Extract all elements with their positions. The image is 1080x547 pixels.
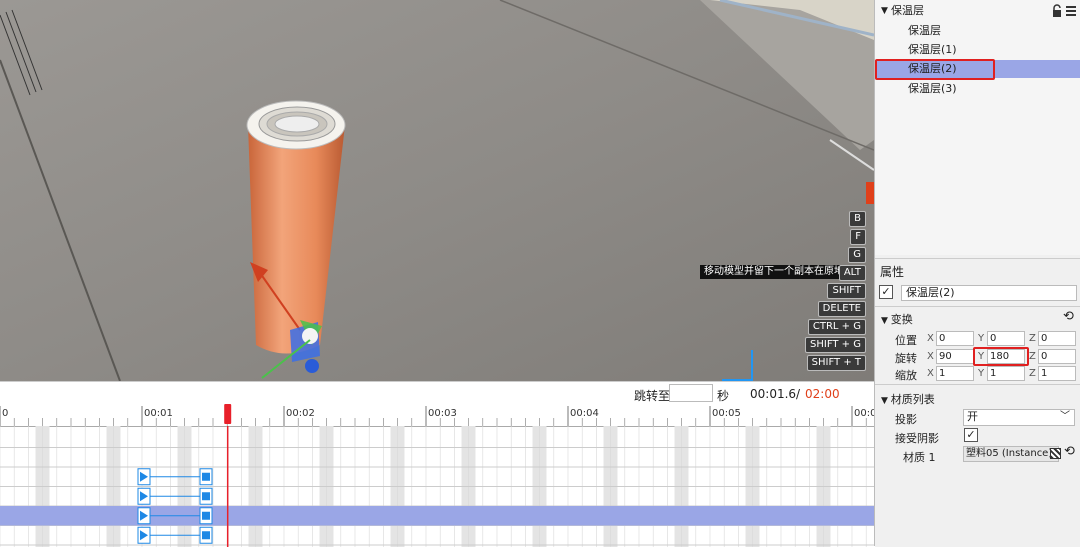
scale-z-field[interactable]: 1 (1038, 366, 1076, 381)
axis-y-label: Y (978, 333, 985, 344)
material-list-header[interactable]: ▼ 材质列表 (881, 391, 935, 407)
jump-time-input[interactable] (669, 384, 713, 402)
seconds-label: 秒 (717, 389, 730, 403)
position-label: 位置 (895, 334, 917, 347)
stop-icon (202, 511, 210, 520)
axis-x-label: X (927, 351, 934, 362)
highlight-box (875, 59, 995, 80)
transform-header[interactable]: ▼ 变换 (881, 311, 913, 327)
scale-label: 缩放 (895, 369, 917, 382)
hierarchy-tree: ▼ 保温层 保温层 保温层(1) 保温层(2) 保温层(3) (875, 0, 1080, 255)
hotkey-shift[interactable]: SHIFT (827, 283, 866, 299)
hierarchy-item[interactable]: 保温层(3) (875, 80, 1080, 98)
material-1-label: 材质 1 (903, 451, 936, 464)
axis-x-label: X (927, 368, 934, 379)
rotation-label: 旋转 (895, 352, 917, 365)
tooltip: 移动模型并留下一个副本在原地 (700, 265, 848, 279)
timeline-tracks[interactable] (0, 426, 874, 547)
timeline-toolbar: 跳转至 秒 00:01.6 / 02:00 (0, 382, 874, 406)
axis-z-label: Z (1029, 333, 1036, 344)
position-y-field[interactable]: 0 (987, 331, 1025, 346)
scale-x-field[interactable]: 1 (936, 366, 974, 381)
axis-z-label: Z (1029, 368, 1036, 379)
rotation-z-field[interactable]: 0 (1038, 349, 1076, 364)
properties-header: 属性 (880, 265, 905, 279)
ruler-label: 00:03 (428, 408, 457, 419)
position-x-field[interactable]: 0 (936, 331, 974, 346)
stop-icon (202, 492, 210, 501)
enabled-checkbox[interactable]: ✓ (879, 285, 893, 299)
3d-viewport[interactable]: 移动模型并留下一个副本在原地 B F G ALT SHIFT DELETE CT… (0, 0, 874, 381)
chevron-down-icon: ﹀ (1060, 411, 1070, 422)
scale-y-field[interactable]: 1 (987, 366, 1025, 381)
ruler-ticks: 0 00:01 00:02 00:03 00:04 00:05 00:06 (0, 404, 874, 426)
hotkey-f[interactable]: F (850, 229, 866, 245)
hierarchy-item[interactable]: 保温层 (875, 22, 1080, 40)
ruler-label: 0 (2, 408, 8, 419)
axis-y-label: Y (978, 368, 985, 379)
ruler-label: 00:01 (144, 408, 173, 419)
ruler-label: 00:06 (854, 408, 874, 419)
ruler-label: 00:02 (286, 408, 315, 419)
hotkey-alt[interactable]: ALT (838, 265, 866, 281)
hotkey-delete[interactable]: DELETE (817, 301, 866, 317)
material-picker-icon[interactable] (1050, 448, 1061, 459)
time-separator: / (796, 387, 801, 401)
collapse-arrow-icon: ▼ (881, 316, 891, 326)
current-time: 00:01.6 (750, 387, 797, 401)
jump-label: 跳转至 (634, 389, 671, 403)
reset-icon[interactable]: ⟲ (1063, 309, 1074, 324)
lock-icon[interactable] (1049, 4, 1079, 18)
hierarchy-root-label: 保温层 (891, 4, 924, 17)
playhead-handle[interactable] (224, 404, 232, 424)
hotkey-ctrl-g[interactable]: CTRL + G (807, 319, 866, 335)
time-ruler[interactable]: 0 00:01 00:02 00:03 00:04 00:05 00:06 (0, 404, 874, 427)
receive-shadow-label: 接受阴影 (895, 432, 939, 445)
hotkey-shift-t[interactable]: SHIFT + T (806, 355, 866, 371)
material-1-field[interactable]: 塑料05 (Instance) (963, 446, 1059, 462)
cast-shadow-label: 投影 (895, 413, 917, 426)
timeline-panel: 跳转至 秒 00:01.6 / 02:00 0 00:01 00:02 00:03 00… (0, 381, 874, 547)
ruler-label: 00:05 (712, 408, 741, 419)
rotation-x-field[interactable]: 90 (936, 349, 974, 364)
tracks-canvas (0, 426, 874, 547)
total-time: 02:00 (805, 387, 840, 401)
hotkey-shift-g[interactable]: SHIFT + G (805, 337, 866, 353)
cast-shadow-select[interactable]: 开 ﹀ (963, 409, 1075, 426)
scene-render (0, 0, 874, 381)
collapse-arrow-icon: ▼ (881, 396, 891, 406)
hierarchy-item[interactable]: 保温层(1) (875, 41, 1080, 59)
collapse-arrow-icon[interactable]: ▼ (881, 2, 888, 20)
hotkey-b[interactable]: B (849, 211, 866, 227)
object-name-field[interactable]: 保温层(2) (901, 285, 1077, 301)
axis-z-label: Z (1029, 351, 1036, 362)
highlight-box (973, 347, 1029, 366)
inspector-panel: ▼ 保温层 保温层 保温层(1) 保温层(2) 保温层(3) 属性 ✓ 保温层(… (874, 0, 1080, 547)
stop-icon (202, 472, 210, 481)
receive-shadow-checkbox[interactable]: ✓ (964, 428, 978, 442)
position-z-field[interactable]: 0 (1038, 331, 1076, 346)
axis-x-label: X (927, 333, 934, 344)
material-list-section: ▼ 材质列表 投影 开 ﹀ 接受阴影 ✓ 材质 1 塑料05 (Instance… (875, 384, 1080, 547)
ruler-label: 00:04 (570, 408, 599, 419)
reset-icon[interactable]: ⟲ (1064, 444, 1075, 459)
stop-icon (202, 531, 210, 540)
properties-section: 属性 ✓ 保温层(2) ▼ 变换 ⟲ 位置 X 0 Y 0 Z 0 旋转 X 9… (875, 258, 1080, 382)
hotkey-g[interactable]: G (848, 247, 866, 263)
track-row-selected[interactable] (0, 506, 874, 526)
